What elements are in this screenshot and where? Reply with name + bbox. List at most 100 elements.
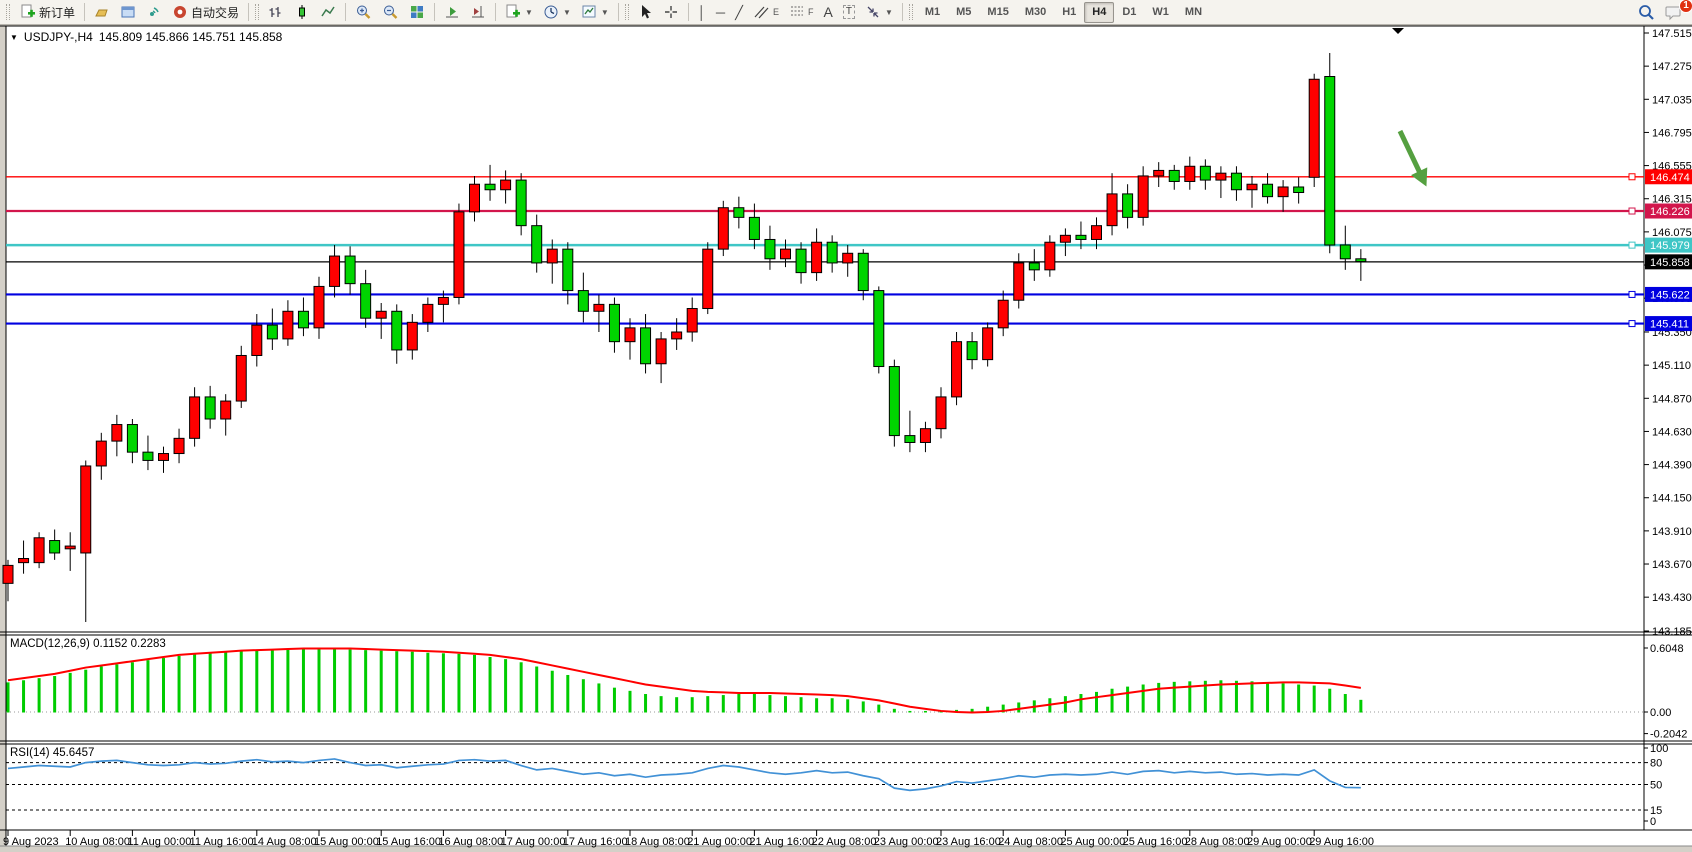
auto-trading-icon: [172, 4, 188, 20]
svg-text:16 Aug 08:00: 16 Aug 08:00: [438, 836, 503, 848]
tf-h1-button[interactable]: H1: [1054, 2, 1084, 23]
dropdown-caret-icon: ▼: [885, 8, 893, 17]
search-button[interactable]: [1632, 2, 1660, 23]
tf-m15-button[interactable]: M15: [979, 2, 1016, 23]
signals-button[interactable]: [141, 2, 167, 23]
svg-text:29 Aug 00:00: 29 Aug 00:00: [1247, 836, 1312, 848]
fibonacci-icon: [789, 4, 805, 20]
cursor-button[interactable]: [633, 2, 658, 23]
notification-badge: 1: [1679, 0, 1692, 13]
chart-title: ▼ USDJPY-,H4 145.809 145.866 145.751 145…: [10, 30, 282, 44]
toolbar-grip: [909, 4, 913, 20]
tf-m5-button[interactable]: M5: [948, 2, 979, 23]
channel-tag: E: [773, 7, 779, 17]
auto-scroll-button[interactable]: [439, 2, 465, 23]
periods-button[interactable]: ▼: [538, 2, 576, 23]
zoom-out-button[interactable]: [377, 2, 404, 23]
search-icon: [1637, 4, 1655, 21]
line-chart-button[interactable]: [315, 2, 341, 23]
svg-text:21 Aug 00:00: 21 Aug 00:00: [687, 836, 752, 848]
chart-window-button[interactable]: [115, 2, 141, 23]
market-watch-button[interactable]: [89, 2, 115, 23]
svg-text:145.979: 145.979: [1650, 240, 1690, 252]
chart-window-icon: [120, 4, 136, 20]
separator: [618, 3, 619, 21]
candles-chart-button[interactable]: [289, 2, 315, 23]
collapse-arrow-icon: ▼: [10, 33, 18, 42]
separator: [495, 3, 496, 21]
svg-text:21 Aug 16:00: 21 Aug 16:00: [749, 836, 814, 848]
svg-text:146.795: 146.795: [1652, 127, 1692, 139]
tf-h4-button[interactable]: H4: [1084, 2, 1114, 23]
chart-shift-icon: [470, 4, 486, 20]
clock-icon: [543, 4, 559, 20]
svg-text:10 Aug 08:00: 10 Aug 08:00: [65, 836, 130, 848]
chart-canvas[interactable]: 147.515147.275147.035146.795146.555146.3…: [0, 0, 1692, 852]
svg-text:25 Aug 00:00: 25 Aug 00:00: [1060, 836, 1125, 848]
arrows-button[interactable]: ▼: [860, 2, 898, 23]
bars-chart-icon: [268, 4, 284, 20]
tf-mn-button[interactable]: MN: [1177, 2, 1210, 23]
zoom-in-icon: [355, 4, 372, 20]
signal-icon: [146, 4, 162, 20]
separator: [434, 3, 435, 21]
macd-indicator-label: MACD(12,26,9) 0.1152 0.2283: [10, 638, 166, 650]
notifications-button[interactable]: 1: [1660, 2, 1688, 23]
svg-text:146.226: 146.226: [1650, 206, 1690, 218]
new-order-label: 新订单: [39, 4, 75, 21]
svg-text:24 Aug 08:00: 24 Aug 08:00: [998, 836, 1063, 848]
tf-m1-button[interactable]: M1: [917, 2, 948, 23]
new-order-button[interactable]: 新订单: [14, 2, 80, 23]
svg-text:146.474: 146.474: [1650, 172, 1690, 184]
templates-button[interactable]: ▼: [576, 2, 614, 23]
auto-trading-button[interactable]: 自动交易: [167, 2, 244, 23]
separator: [248, 3, 249, 21]
svg-text:15 Aug 16:00: 15 Aug 16:00: [376, 836, 441, 848]
tf-m30-button[interactable]: M30: [1017, 2, 1054, 23]
tf-d1-button[interactable]: D1: [1114, 2, 1144, 23]
auto-scroll-icon: [444, 4, 460, 20]
svg-text:147.515: 147.515: [1652, 28, 1692, 40]
svg-text:15 Aug 00:00: 15 Aug 00:00: [314, 836, 379, 848]
trendline-button[interactable]: ╱: [730, 2, 748, 23]
zoom-in-button[interactable]: [350, 2, 377, 23]
svg-text:100: 100: [1650, 743, 1668, 755]
svg-text:11 Aug 00:00: 11 Aug 00:00: [127, 836, 191, 848]
new-order-icon: [19, 4, 36, 20]
svg-text:29 Aug 16:00: 29 Aug 16:00: [1309, 836, 1374, 848]
dropdown-caret-icon: ▼: [601, 8, 609, 17]
cursor-icon: [638, 4, 653, 20]
chart-symbol-period: USDJPY-,H4: [24, 30, 93, 44]
label-button[interactable]: T: [838, 2, 860, 23]
auto-trading-label: 自动交易: [191, 4, 239, 21]
text-tool-icon: A: [823, 5, 832, 19]
channel-icon: [753, 4, 770, 20]
svg-text:17 Aug 00:00: 17 Aug 00:00: [501, 836, 566, 848]
hline-button[interactable]: ─: [711, 2, 730, 23]
indicators-button[interactable]: ▼: [500, 2, 538, 23]
toolbar-grip: [255, 4, 259, 20]
bars-chart-button[interactable]: [263, 2, 289, 23]
svg-text:11 Aug 16:00: 11 Aug 16:00: [190, 836, 254, 848]
vline-button[interactable]: │: [693, 2, 711, 23]
svg-text:18 Aug 08:00: 18 Aug 08:00: [625, 836, 690, 848]
fibonacci-button[interactable]: F: [784, 2, 819, 23]
trendline-icon: ╱: [735, 6, 743, 19]
text-button[interactable]: A: [818, 2, 837, 23]
chart-shift-button[interactable]: [465, 2, 491, 23]
fibo-tag: F: [808, 7, 814, 17]
template-icon: [581, 4, 597, 20]
tf-w1-button[interactable]: W1: [1144, 2, 1177, 23]
svg-text:143.670: 143.670: [1652, 559, 1692, 571]
chart-ohlc-values: 145.809 145.866 145.751 145.858: [99, 30, 283, 44]
svg-text:17 Aug 16:00: 17 Aug 16:00: [563, 836, 628, 848]
channel-button[interactable]: E: [748, 2, 784, 23]
crosshair-button[interactable]: [658, 2, 684, 23]
candles-chart-icon: [294, 4, 310, 20]
separator: [688, 3, 689, 21]
svg-text:50: 50: [1650, 780, 1662, 792]
svg-text:143.430: 143.430: [1652, 592, 1692, 604]
separator: [345, 3, 346, 21]
tile-windows-button[interactable]: [404, 2, 430, 23]
rsi-indicator-label: RSI(14) 45.6457: [10, 747, 94, 759]
